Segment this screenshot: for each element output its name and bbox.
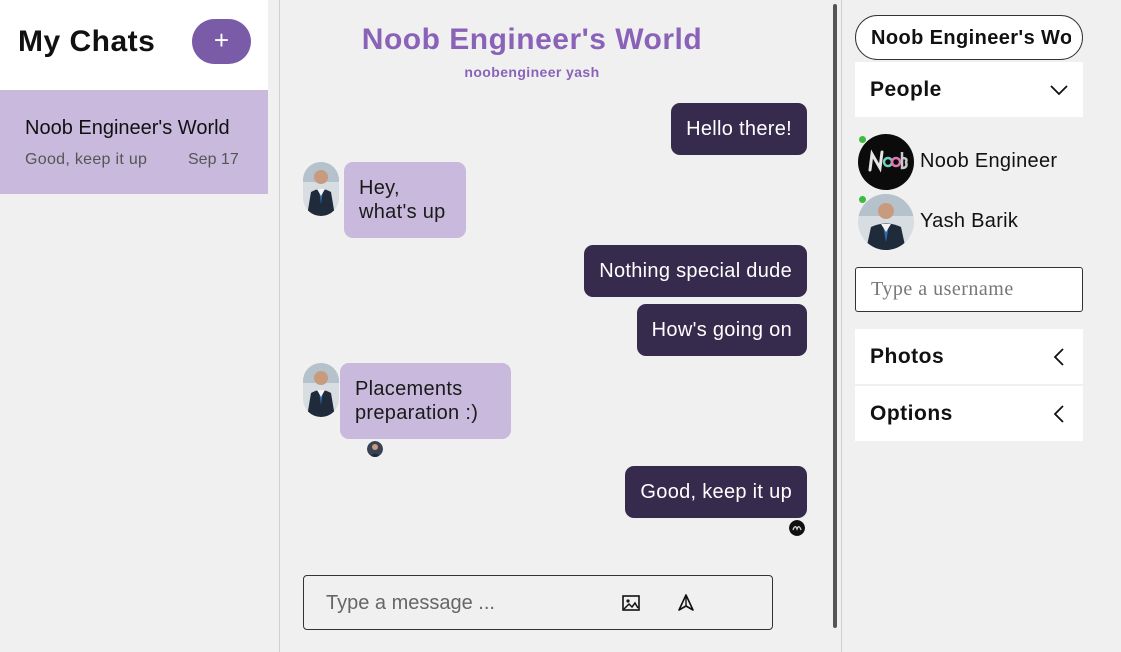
suit-man-avatar-icon <box>303 363 339 417</box>
chat-feed-subtitle: noobengineer yash <box>464 64 600 80</box>
photos-panel-header[interactable]: Photos <box>855 329 1083 384</box>
message-bubble-mine: How's going on <box>636 304 807 356</box>
send-icon[interactable] <box>676 593 696 613</box>
message-input[interactable] <box>326 588 606 618</box>
chat-title-input[interactable] <box>871 25 1071 51</box>
chat-card-date: Sep 17 <box>188 151 239 168</box>
message-bubble-mine: Nothing special dude <box>584 245 807 297</box>
message-composer <box>303 575 773 630</box>
message-bubble-theirs: Placements preparation :) <box>340 363 511 439</box>
people-label: People <box>870 78 942 101</box>
read-receipt-avatar-icon <box>789 520 805 536</box>
new-chat-button[interactable]: + <box>192 19 251 64</box>
person-row[interactable]: Noob Engineer <box>857 134 1083 190</box>
chat-list-header: My Chats + <box>0 0 268 90</box>
suit-man-avatar-icon <box>858 194 914 250</box>
message-bubble-mine: Hello there! <box>671 103 807 155</box>
people-panel-header[interactable]: People <box>855 62 1083 117</box>
online-status-dot <box>859 136 866 143</box>
person-row[interactable]: Yash Barik <box>857 194 1083 250</box>
message-bubble-mine: Good, keep it up <box>625 466 807 518</box>
chat-list-panel: My Chats + Noob Engineer's World Good, k… <box>0 0 268 652</box>
photos-label: Photos <box>870 345 945 368</box>
divider <box>841 0 842 652</box>
add-username-input[interactable] <box>855 267 1083 312</box>
feed-scrollbar[interactable] <box>833 4 837 628</box>
message-bubble-theirs: Hey, what's up <box>344 162 466 238</box>
read-receipt-avatar-icon <box>367 441 383 457</box>
chat-title-field <box>855 15 1083 60</box>
options-label: Options <box>870 402 953 425</box>
online-status-dot <box>859 196 866 203</box>
person-name: Yash Barik <box>920 210 1019 232</box>
chevron-left-icon <box>1053 405 1064 423</box>
chat-card[interactable]: Noob Engineer's World Good, keep it up S… <box>0 90 268 194</box>
chat-card-title: Noob Engineer's World <box>25 117 230 139</box>
suit-man-avatar-icon <box>303 162 339 216</box>
person-name: Noob Engineer <box>920 150 1058 172</box>
divider <box>279 0 280 652</box>
chevron-left-icon <box>1053 348 1064 366</box>
chat-feed-title: Noob Engineer's World <box>361 23 703 56</box>
options-panel-header[interactable]: Options <box>855 386 1083 441</box>
noob-logo-avatar-icon <box>858 134 914 190</box>
chevron-down-icon <box>1050 85 1068 96</box>
chat-card-last-message: Good, keep it up <box>25 151 148 168</box>
image-upload-icon[interactable] <box>621 593 641 613</box>
chat-list-title: My Chats <box>18 25 156 58</box>
